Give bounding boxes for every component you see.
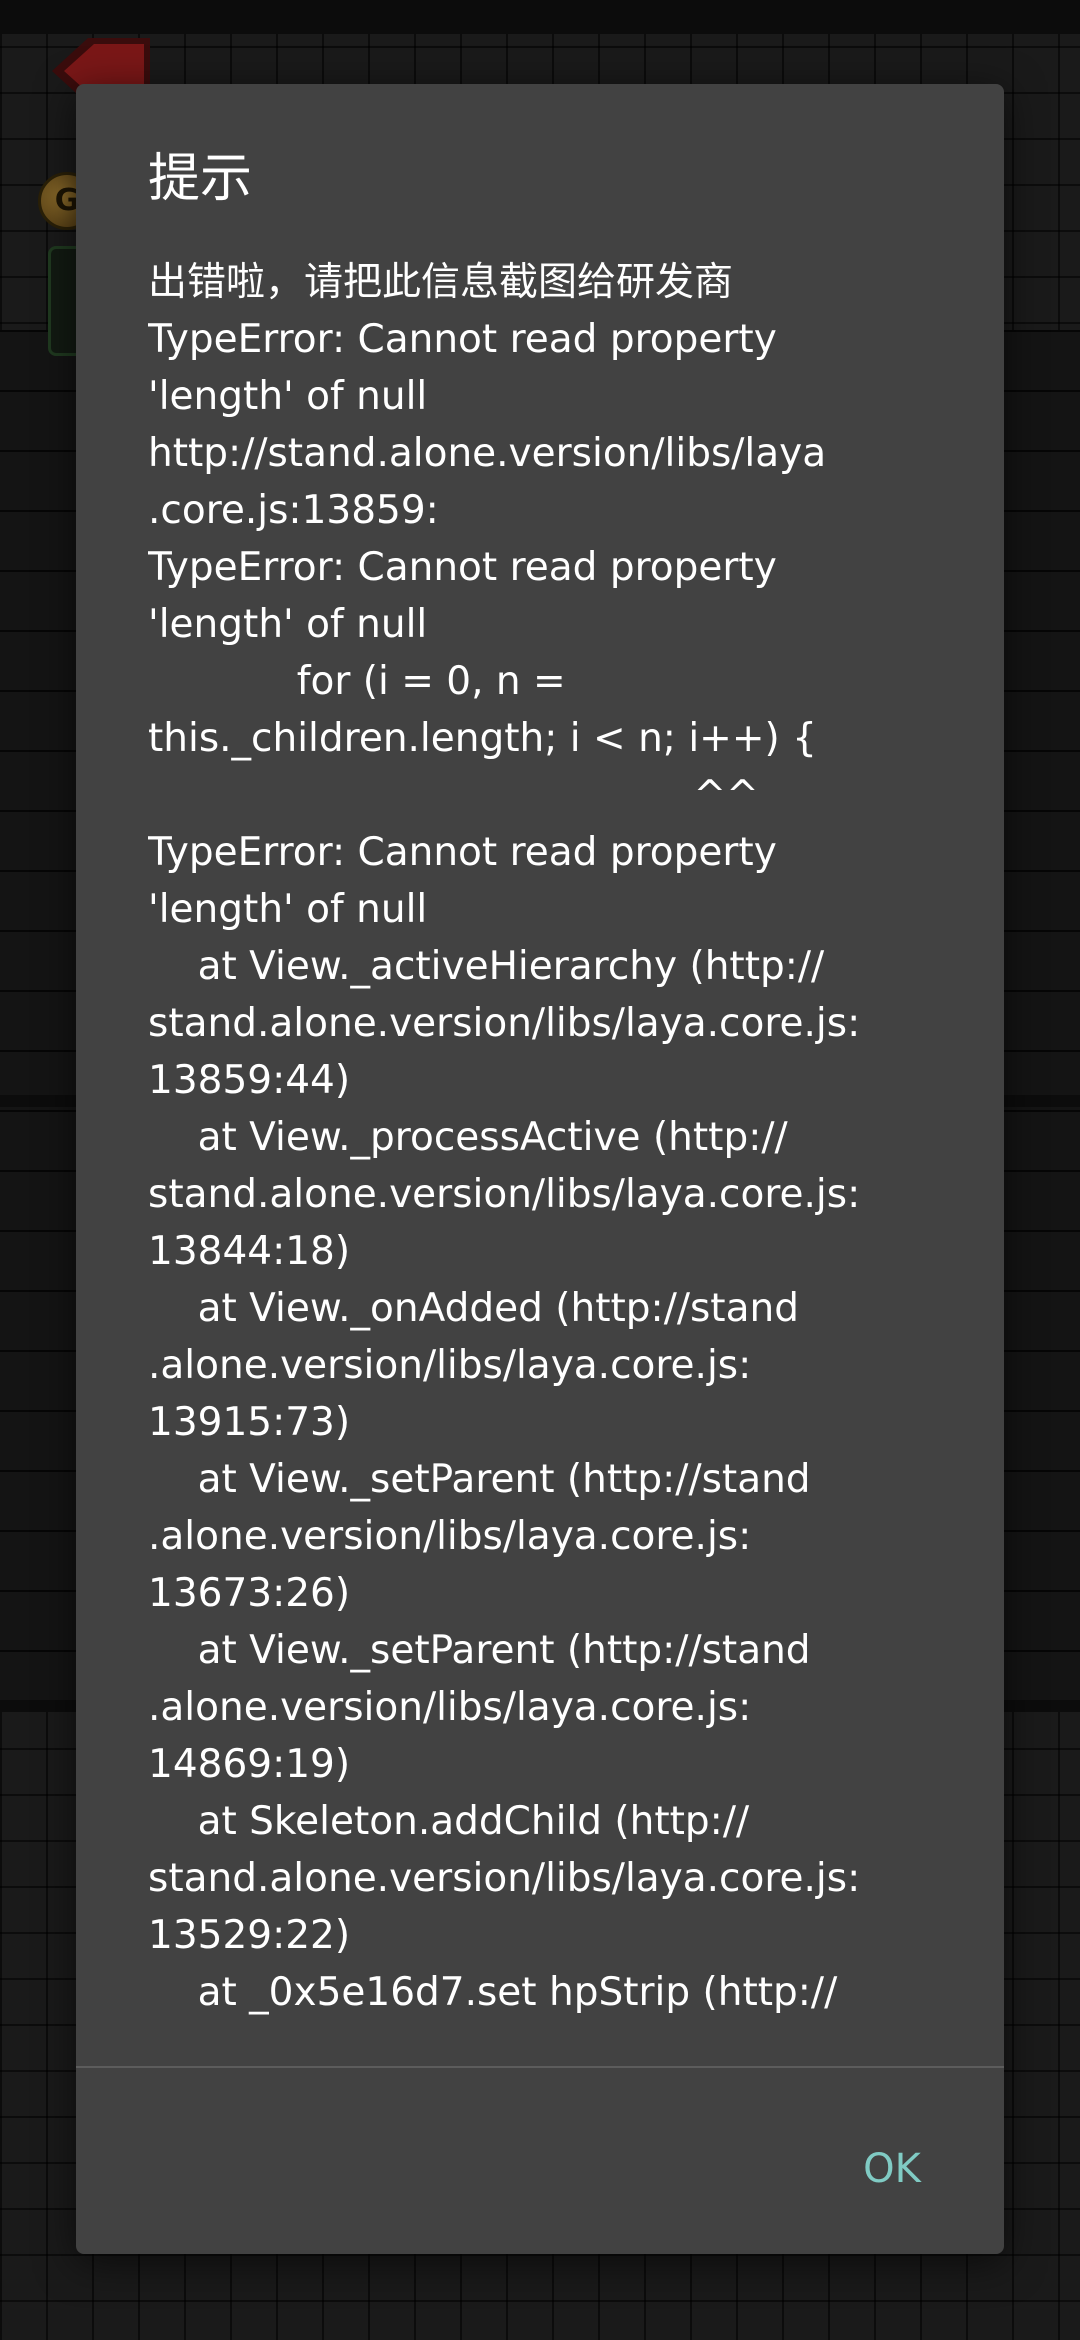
error-message: 出错啦，请把此信息截图给研发商 TypeError: Cannot read p…	[148, 260, 861, 2015]
dialog-title: 提示	[148, 149, 253, 209]
left-wall	[0, 330, 76, 1700]
error-dialog: 提示 出错啦，请把此信息截图给研发商 TypeError: Cannot rea…	[76, 84, 1004, 2254]
right-wall	[1004, 330, 1080, 1700]
dialog-message-scroll[interactable]: 出错啦，请把此信息截图给研发商 TypeError: Cannot read p…	[148, 254, 988, 2150]
dialog-divider	[76, 2066, 1004, 2068]
top-wall	[0, 0, 1080, 34]
ok-button[interactable]: OK	[840, 2134, 944, 2204]
